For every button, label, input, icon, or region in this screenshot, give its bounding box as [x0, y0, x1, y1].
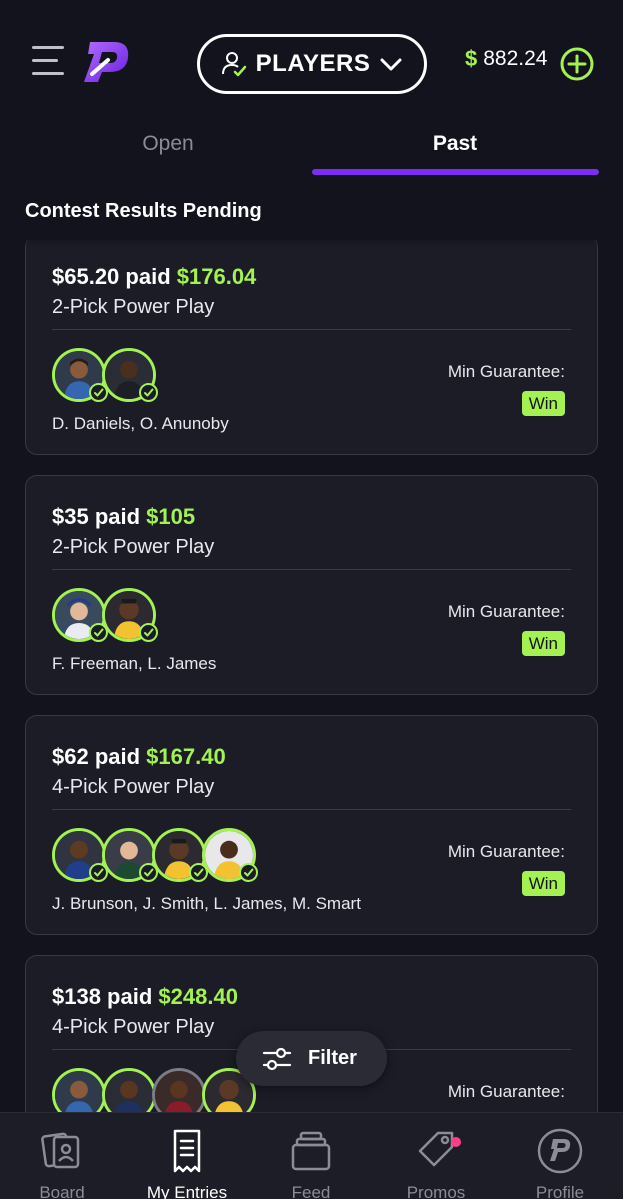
balance-amount: 882.24: [483, 47, 548, 70]
entry-paid-line: $138 paid $248.40: [52, 984, 238, 1010]
add-funds-button[interactable]: [560, 47, 594, 81]
board-icon: [41, 1132, 80, 1169]
card-divider: [52, 569, 571, 570]
entry-payout-amount: $248.40: [158, 984, 238, 1009]
check-icon: [139, 383, 158, 402]
entry-card[interactable]: $35 paid $105 2-Pick Power Play F. Freem…: [25, 475, 598, 695]
tab-open[interactable]: Open: [68, 132, 268, 156]
player-selector-label: PLAYERS: [255, 50, 371, 77]
nav-promos-label: Promos: [406, 1183, 466, 1199]
active-tab-indicator: [312, 169, 599, 175]
section-divider-shadow: [0, 232, 623, 248]
bottom-navigation: Board My Entries Feed Promos Profile: [0, 1112, 623, 1199]
promos-icon: [418, 1131, 454, 1167]
entry-paid-line: $62 paid $167.40: [52, 744, 226, 770]
feed-icon: [291, 1131, 331, 1171]
nav-my-entries[interactable]: My Entries: [127, 1127, 247, 1199]
menu-icon[interactable]: [32, 46, 66, 80]
entry-play-type: 4-Pick Power Play: [52, 1016, 215, 1038]
entry-paid-amount: $138 paid: [52, 984, 153, 1009]
card-divider: [52, 329, 571, 330]
filter-button[interactable]: Filter: [236, 1031, 387, 1086]
nav-profile[interactable]: Profile: [500, 1127, 620, 1199]
entry-paid-amount: $35 paid: [52, 504, 141, 529]
result-badge: Win: [521, 871, 565, 896]
result-badge: Win: [521, 631, 565, 656]
min-guarantee-label: Min Guarantee:: [447, 602, 565, 621]
player-avatar: [52, 1068, 106, 1112]
entry-card[interactable]: $62 paid $167.40 4-Pick Power Play J. Br…: [25, 715, 598, 935]
section-title: Contest Results Pending: [25, 200, 262, 222]
entry-player-names: F. Freeman, L. James: [52, 654, 217, 673]
entry-paid-line: $35 paid $105: [52, 504, 195, 530]
entry-payout-amount: $167.40: [146, 744, 226, 769]
nav-promos[interactable]: Promos: [376, 1127, 496, 1199]
profile-icon: [537, 1128, 583, 1174]
tab-past[interactable]: Past: [355, 132, 555, 156]
nav-feed[interactable]: Feed: [251, 1127, 371, 1199]
entries-icon: [173, 1129, 201, 1173]
player-selector-dropdown[interactable]: PLAYERS: [197, 34, 427, 94]
check-icon: [139, 623, 158, 642]
prizepicks-logo: [84, 42, 129, 82]
nav-board-label: Board: [39, 1183, 85, 1199]
entry-payout-amount: $176.04: [176, 264, 257, 289]
player-avatar: [102, 1068, 156, 1112]
min-guarantee-label: Min Guarantee:: [447, 842, 565, 861]
entry-play-type: 2-Pick Power Play: [52, 296, 215, 318]
notification-dot: [451, 1137, 461, 1147]
entries-tabs: Open Past: [0, 120, 623, 180]
min-guarantee-label: Min Guarantee:: [447, 362, 565, 381]
entry-paid-amount: $62 paid: [52, 744, 141, 769]
entry-card[interactable]: $65.20 paid $176.04 2-Pick Power Play D.…: [25, 240, 598, 455]
user-check-icon: [221, 52, 246, 77]
check-icon: [239, 863, 258, 882]
entry-play-type: 4-Pick Power Play: [52, 776, 215, 798]
result-badge: Win: [521, 391, 565, 416]
min-guarantee-label: Min Guarantee:: [447, 1082, 565, 1101]
entry-paid-amount: $65.20 paid: [52, 264, 171, 289]
entry-player-names: J. Brunson, J. Smith, L. James, M. Smart: [52, 894, 361, 913]
entries-list[interactable]: $65.20 paid $176.04 2-Pick Power Play D.…: [0, 240, 623, 1112]
player-avatar: [152, 1068, 206, 1112]
nav-feed-label: Feed: [291, 1183, 331, 1199]
balance-currency-symbol: $: [465, 46, 478, 71]
chevron-down-icon: [380, 58, 402, 71]
nav-my-entries-label: My Entries: [146, 1183, 228, 1199]
nav-board[interactable]: Board: [2, 1127, 122, 1199]
entry-payout-amount: $105: [146, 504, 196, 529]
sliders-icon: [262, 1047, 292, 1070]
entry-paid-line: $65.20 paid $176.04: [52, 264, 256, 290]
filter-label: Filter: [308, 1047, 357, 1069]
entry-player-names: D. Daniels, O. Anunoby: [52, 414, 229, 433]
nav-profile-label: Profile: [535, 1183, 585, 1199]
app-header: PLAYERS $ 882.24: [0, 0, 623, 120]
entry-play-type: 2-Pick Power Play: [52, 536, 215, 558]
card-divider: [52, 809, 571, 810]
account-balance: $ 882.24: [465, 46, 547, 72]
